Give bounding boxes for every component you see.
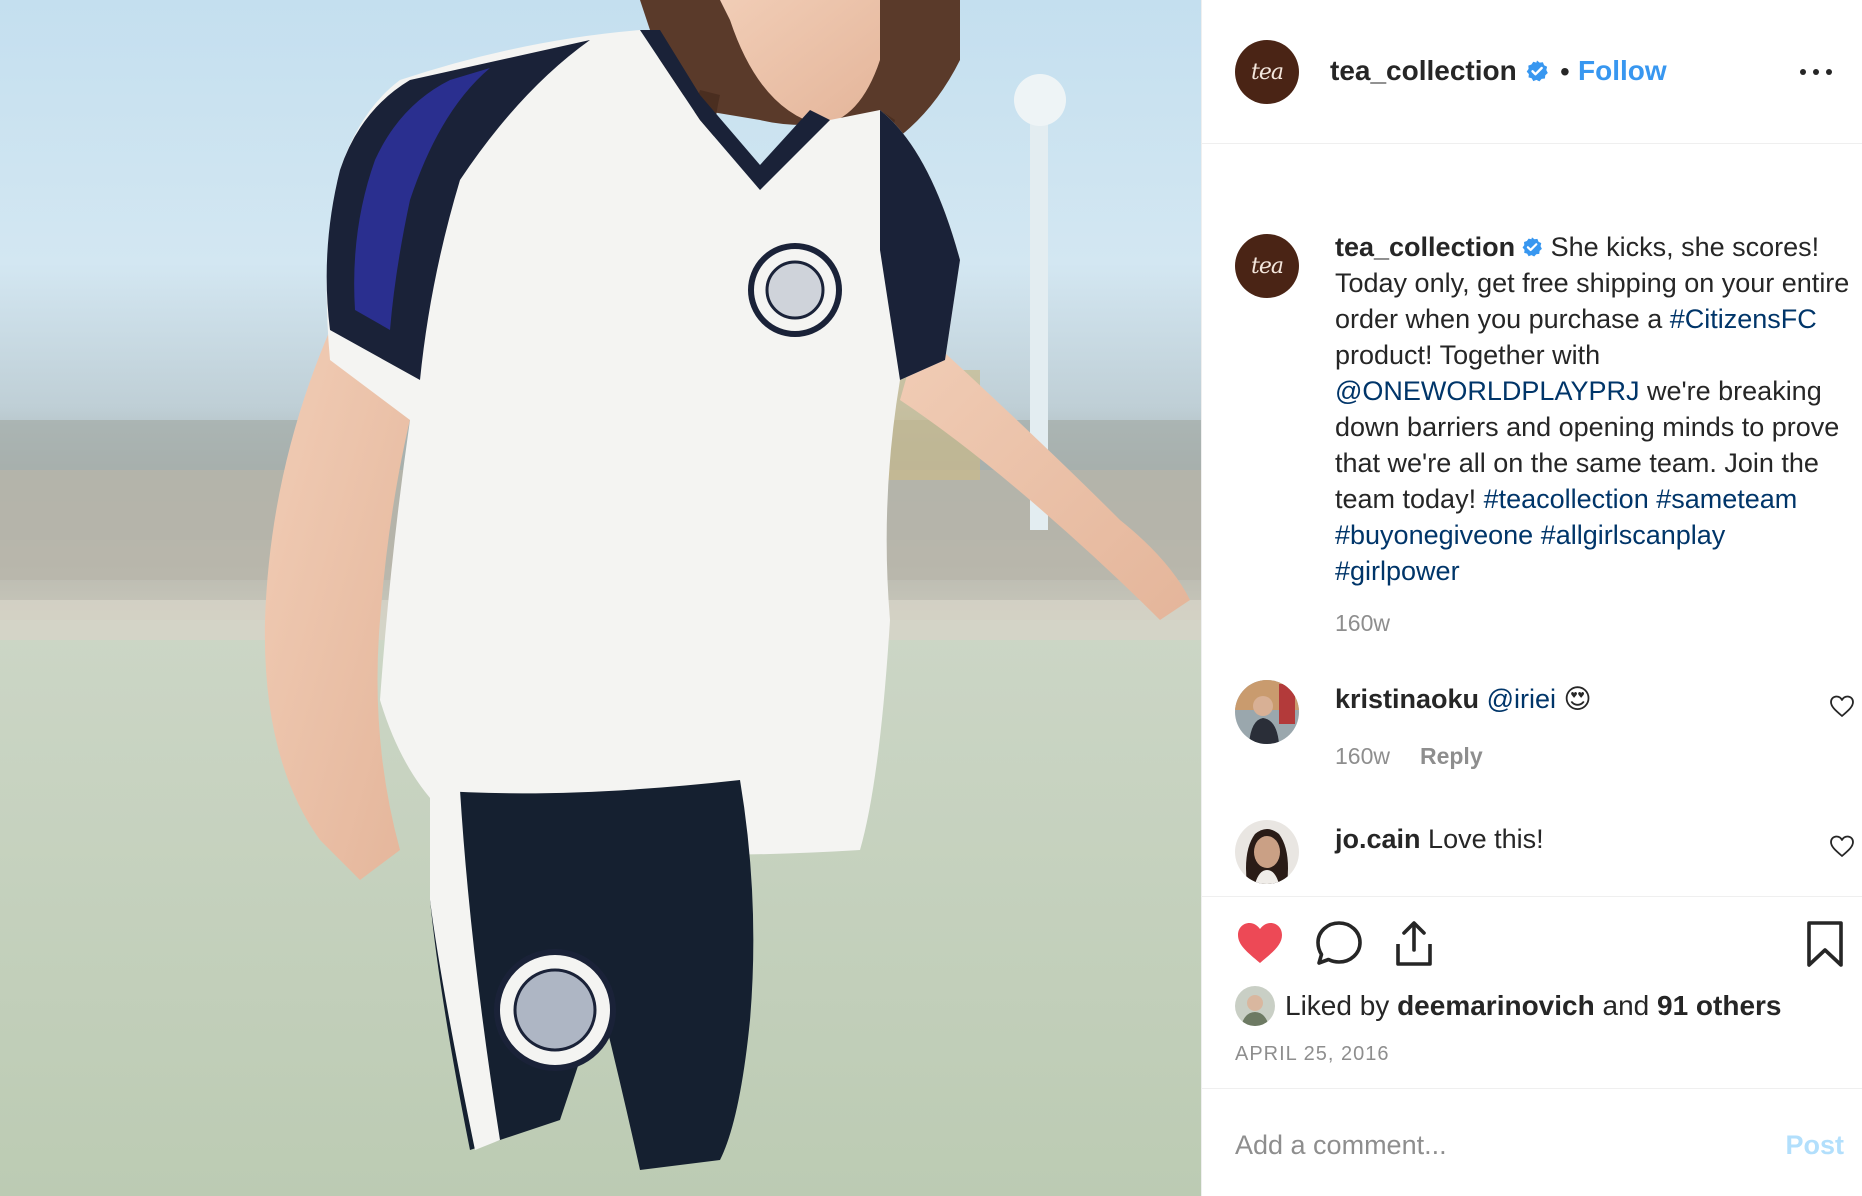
- add-comment-bar: Post: [1202, 1088, 1862, 1196]
- post-photo[interactable]: [0, 0, 1201, 1196]
- avatar-photo: [1235, 680, 1299, 744]
- comment-input[interactable]: [1235, 1125, 1735, 1165]
- more-dot: [1826, 69, 1832, 75]
- post-header: tea tea_collection • Follow: [1202, 0, 1862, 144]
- post-side-panel: tea tea_collection • Follow tea tea_coll…: [1201, 0, 1862, 1196]
- caption-hashtag-link[interactable]: #girlpower: [1335, 556, 1460, 586]
- comment-text: kristinaoku @iriei 😍: [1335, 684, 1592, 715]
- post-comment-button[interactable]: Post: [1785, 1130, 1844, 1161]
- commenter-avatar[interactable]: [1235, 820, 1299, 884]
- comment-username[interactable]: jo.cain: [1335, 824, 1421, 854]
- caption-text-run: [1533, 520, 1541, 550]
- caption-hashtag-link[interactable]: #teacollection: [1484, 484, 1649, 514]
- likes-summary[interactable]: Liked by deemarinovich and 91 others: [1235, 984, 1782, 1028]
- more-dot: [1813, 69, 1819, 75]
- caption-hashtag-link[interactable]: #allgirlscanplay: [1541, 520, 1726, 550]
- others-count-link[interactable]: 91 others: [1657, 990, 1782, 1022]
- more-dot: [1800, 69, 1806, 75]
- photo-illustration: [0, 0, 1201, 1196]
- caption-hashtag-link[interactable]: #CitizensFC: [1670, 304, 1817, 334]
- instagram-post: tea tea_collection • Follow tea tea_coll…: [0, 0, 1862, 1196]
- post-date[interactable]: APRIL 25, 2016: [1235, 1043, 1389, 1066]
- commenter-avatar[interactable]: [1235, 680, 1299, 744]
- header-dot-separator: •: [1560, 56, 1570, 87]
- bookmark-icon[interactable]: [1805, 920, 1845, 968]
- more-options-icon[interactable]: [1800, 62, 1832, 82]
- heart-outline-icon[interactable]: [1829, 694, 1855, 718]
- header-username-text[interactable]: tea_collection: [1330, 55, 1517, 86]
- liked-by-joiner: and: [1602, 990, 1650, 1021]
- caption-hashtag-link[interactable]: #sameteam: [1656, 484, 1797, 514]
- share-icon[interactable]: [1392, 920, 1436, 968]
- comment-body: Love this!: [1428, 824, 1544, 854]
- verified-badge-icon: [1526, 60, 1548, 82]
- follow-button[interactable]: Follow: [1578, 55, 1667, 87]
- reply-button[interactable]: Reply: [1420, 743, 1483, 769]
- caption-body: She kicks, she scores! Today only, get f…: [1335, 232, 1849, 586]
- caption-hashtag-link[interactable]: #buyonegiveone: [1335, 520, 1533, 550]
- profile-avatar[interactable]: tea: [1235, 40, 1299, 104]
- emoji-heart-eyes: 😍: [1563, 684, 1592, 714]
- comment-timestamp[interactable]: 160w: [1335, 743, 1390, 769]
- verified-badge-icon: [1522, 237, 1542, 257]
- avatar-logo-text: tea: [1251, 59, 1284, 85]
- caption-hashtag-link[interactable]: @ONEWORLDPLAYPRJ: [1335, 376, 1639, 406]
- heart-filled-icon[interactable]: [1235, 920, 1285, 966]
- avatar-logo-text: tea: [1251, 253, 1284, 279]
- comment-text: jo.cain Love this!: [1335, 824, 1544, 855]
- comment-meta: 160w Reply: [1335, 743, 1483, 770]
- comment-mention[interactable]: @iriei: [1487, 684, 1556, 714]
- caption-avatar[interactable]: tea: [1235, 234, 1299, 298]
- liker-username[interactable]: deemarinovich: [1397, 990, 1595, 1022]
- comment-username[interactable]: kristinaoku: [1335, 684, 1479, 714]
- avatar-photo: [1235, 986, 1275, 1026]
- caption-text: tea_collection She kicks, she scores! To…: [1335, 229, 1855, 589]
- liked-by-prefix: Liked by: [1285, 990, 1390, 1021]
- header-username[interactable]: tea_collection: [1330, 55, 1549, 87]
- caption-timestamp[interactable]: 160w: [1335, 610, 1390, 637]
- comment-bubble-icon[interactable]: [1315, 920, 1363, 966]
- heart-outline-icon[interactable]: [1829, 834, 1855, 858]
- liker-avatar[interactable]: [1235, 986, 1275, 1026]
- caption-text-run: product! Together with: [1335, 340, 1601, 370]
- avatar-photo: [1235, 820, 1299, 884]
- caption-username[interactable]: tea_collection: [1335, 232, 1515, 262]
- comments-section[interactable]: tea tea_collection She kicks, she scores…: [1202, 145, 1862, 895]
